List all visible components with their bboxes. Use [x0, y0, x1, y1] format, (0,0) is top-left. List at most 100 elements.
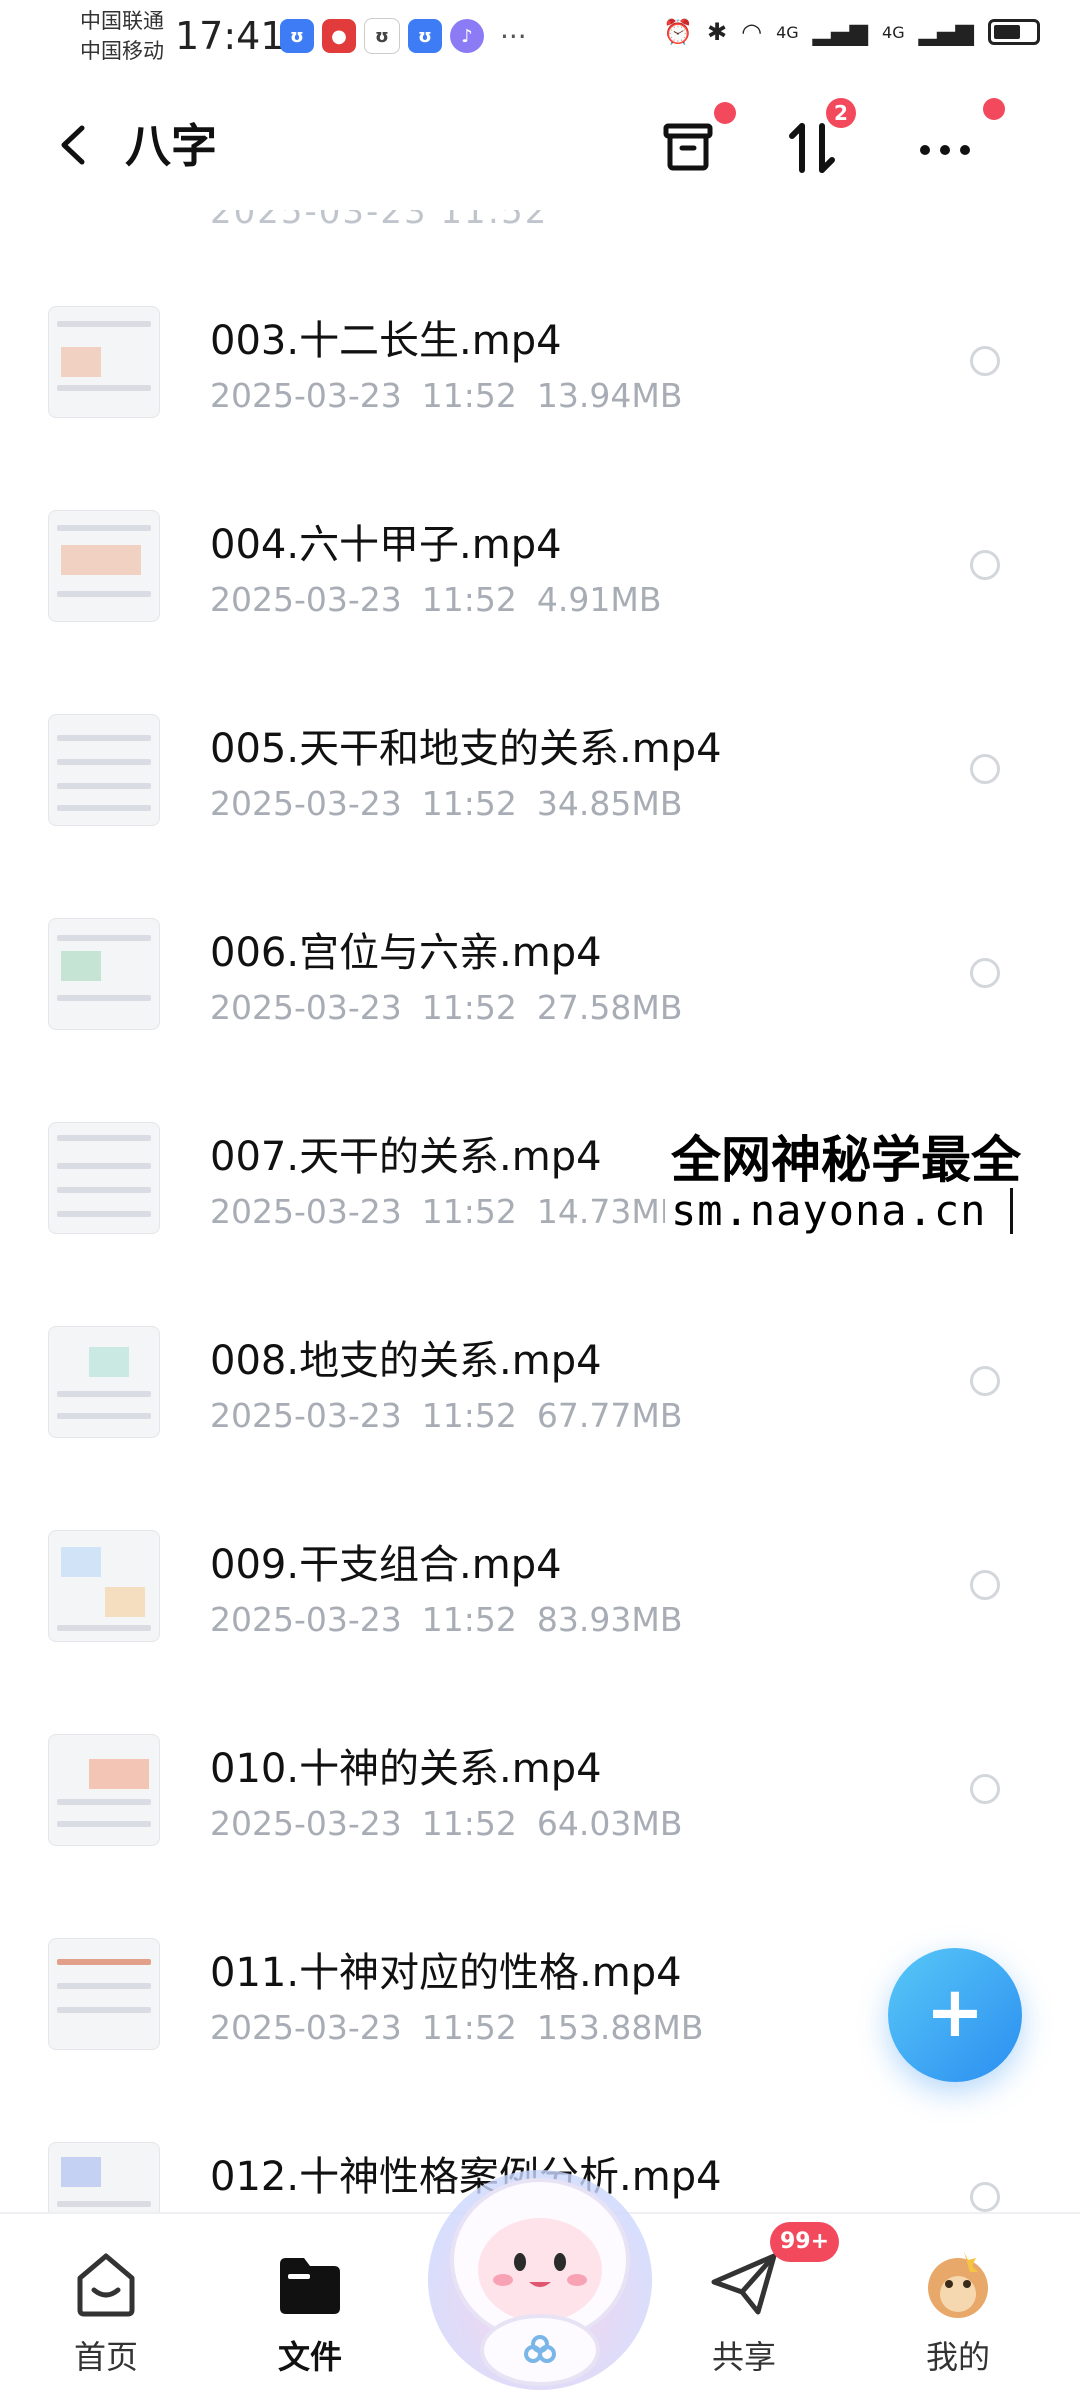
folder-icon [270, 2244, 350, 2324]
video-thumbnail [48, 510, 160, 622]
archive-notify-dot [714, 102, 736, 124]
file-name: 009.干支组合.mp4 [210, 1542, 562, 1588]
watermark-title: 全网神秘学最全 [671, 1131, 1021, 1189]
file-time: 11:52 [421, 988, 517, 1027]
nav-mine-label: 我的 [925, 2338, 990, 2376]
archive-button[interactable] [648, 102, 736, 188]
nav-mine[interactable]: 我的 [888, 2234, 1028, 2394]
transfer-count-badge: 2 [826, 98, 856, 128]
select-radio[interactable] [970, 2182, 1000, 2212]
signal-bars-icon: ▂▄▆ [918, 18, 974, 46]
status-bar: 中国联通 中国移动 17:41 ʊ ● ʊ ʊ ♪ ··· ⏰ ✱ ◠ 4G ▂… [0, 0, 1080, 80]
nav-files[interactable]: 文件 [240, 2234, 380, 2394]
file-date: 2025-03-23 [210, 580, 402, 619]
file-size: 67.77MB [536, 1396, 683, 1435]
status-clock: 17:41 [175, 14, 285, 58]
file-time: 11:52 [421, 2008, 517, 2047]
bluetooth-icon: ✱ [707, 18, 728, 46]
file-meta: 2025-03-23 11:52 83.93MB [210, 1600, 702, 1639]
plus-icon: + [925, 1971, 985, 2053]
file-time: 11:52 [421, 1804, 517, 1843]
file-date: 2025-03-23 [210, 988, 402, 1027]
list-item[interactable]: 004.六十甲子.mp4 2025-03-23 11:52 4.91MB [0, 510, 1080, 710]
file-size: 4.91MB [536, 580, 662, 619]
file-name: 004.六十甲子.mp4 [210, 522, 562, 568]
select-radio[interactable] [970, 1774, 1000, 1804]
list-item[interactable]: 003.十二长生.mp4 2025-03-23 11:52 13.94MB [0, 306, 1080, 506]
file-meta: 2025-03-23 11:52 14.73MB [210, 1192, 702, 1231]
file-size: 153.88MB [536, 2008, 704, 2047]
file-time: 11:52 [421, 580, 517, 619]
signal-1-label: 4G [776, 22, 799, 42]
file-date: 2025-03-23 [210, 1396, 402, 1435]
file-date: 2025-03-23 [210, 1600, 402, 1639]
file-date: 2025-03-23 [210, 1192, 402, 1231]
text-cursor [1010, 1188, 1013, 1234]
video-thumbnail [48, 306, 160, 418]
select-radio[interactable] [970, 754, 1000, 784]
mascot-icon [428, 2170, 652, 2390]
select-radio[interactable] [970, 550, 1000, 580]
avatar [918, 2244, 998, 2324]
signal-bars-icon: ▂▄▆ [812, 18, 869, 46]
more-dots-icon [920, 145, 970, 155]
select-radio[interactable] [970, 346, 1000, 376]
share-count-badge: 99+ [770, 2222, 840, 2262]
file-time: 11:52 [421, 1600, 517, 1639]
video-thumbnail [48, 1326, 160, 1438]
file-meta: 2025-03-23 11:52 34.85MB [210, 784, 702, 823]
carrier-info: 中国联通 中国移动 [80, 6, 164, 66]
file-size: 64.03MB [536, 1804, 683, 1843]
file-time: 11:52 [421, 376, 517, 415]
file-name: 006.宫位与六亲.mp4 [210, 930, 602, 976]
music-app-icon: ♪ [450, 19, 484, 53]
back-button[interactable] [50, 120, 100, 170]
list-item[interactable]: 010.十神的关系.mp4 2025-03-23 11:52 64.03MB [0, 1734, 1080, 1934]
video-thumbnail [48, 1122, 160, 1234]
file-meta: 2025-03-23 11:52 153.88MB [210, 2008, 723, 2047]
file-size: 83.93MB [536, 1600, 683, 1639]
transfer-button[interactable]: 2 [772, 98, 856, 188]
select-radio[interactable] [970, 1570, 1000, 1600]
file-time: 11:52 [421, 1396, 517, 1435]
system-icons: ⏰ ✱ ◠ 4G ▂▄▆ 4G ▂▄▆ [663, 18, 1040, 46]
mascot-center-button[interactable] [415, 2140, 665, 2400]
add-button[interactable]: + [888, 1948, 1022, 2082]
watermark-overlay: 全网神秘学最全 sm.nayona.cn [665, 1120, 1080, 1250]
archive-icon [663, 123, 713, 171]
carrier-1: 中国联通 [80, 9, 164, 33]
header: 八字 2 [0, 80, 1080, 210]
nav-home-label: 首页 [73, 2338, 138, 2376]
video-thumbnail [48, 1938, 160, 2050]
signal-2-label: 4G [882, 22, 905, 42]
list-item-partial: 2025-03-23 11:52 [0, 210, 1080, 230]
file-name: 010.十神的关系.mp4 [210, 1746, 602, 1792]
nav-share-label: 共享 [711, 2338, 776, 2376]
list-item[interactable]: 006.宫位与六亲.mp4 2025-03-23 11:52 27.58MB [0, 918, 1080, 1118]
file-name: 005.天干和地支的关系.mp4 [210, 726, 722, 772]
list-item[interactable]: 009.干支组合.mp4 2025-03-23 11:52 83.93MB [0, 1530, 1080, 1730]
video-thumbnail [48, 1734, 160, 1846]
app-notify-icon: ʊ [280, 19, 314, 53]
file-meta: 2025-03-23 11:52 13.94MB [210, 376, 702, 415]
file-date: 2025-03-23 [210, 2008, 402, 2047]
alarm-icon: ⏰ [663, 18, 694, 46]
select-radio[interactable] [970, 958, 1000, 988]
list-item[interactable]: 005.天干和地支的关系.mp4 2025-03-23 11:52 34.85MB [0, 714, 1080, 914]
huawei-app-icon: ● [322, 19, 356, 53]
select-radio[interactable] [970, 1366, 1000, 1396]
list-item[interactable]: 008.地支的关系.mp4 2025-03-23 11:52 67.77MB [0, 1326, 1080, 1526]
battery-icon [988, 19, 1040, 45]
more-notify-dot [983, 98, 1005, 120]
chevron-left-icon [61, 125, 85, 165]
more-options-button[interactable] [905, 98, 1005, 188]
file-meta: 2025-03-23 11:52 27.58MB [210, 988, 702, 1027]
file-date: 2025-03-23 [210, 784, 402, 823]
file-size: 13.94MB [536, 376, 683, 415]
app-notify-icon: ʊ [364, 18, 400, 54]
video-thumbnail [48, 714, 160, 826]
more-notifications-icon: ··· [500, 19, 527, 53]
nav-home[interactable]: 首页 [36, 2234, 176, 2394]
file-name: 008.地支的关系.mp4 [210, 1338, 602, 1384]
paper-plane-icon [704, 2244, 784, 2324]
